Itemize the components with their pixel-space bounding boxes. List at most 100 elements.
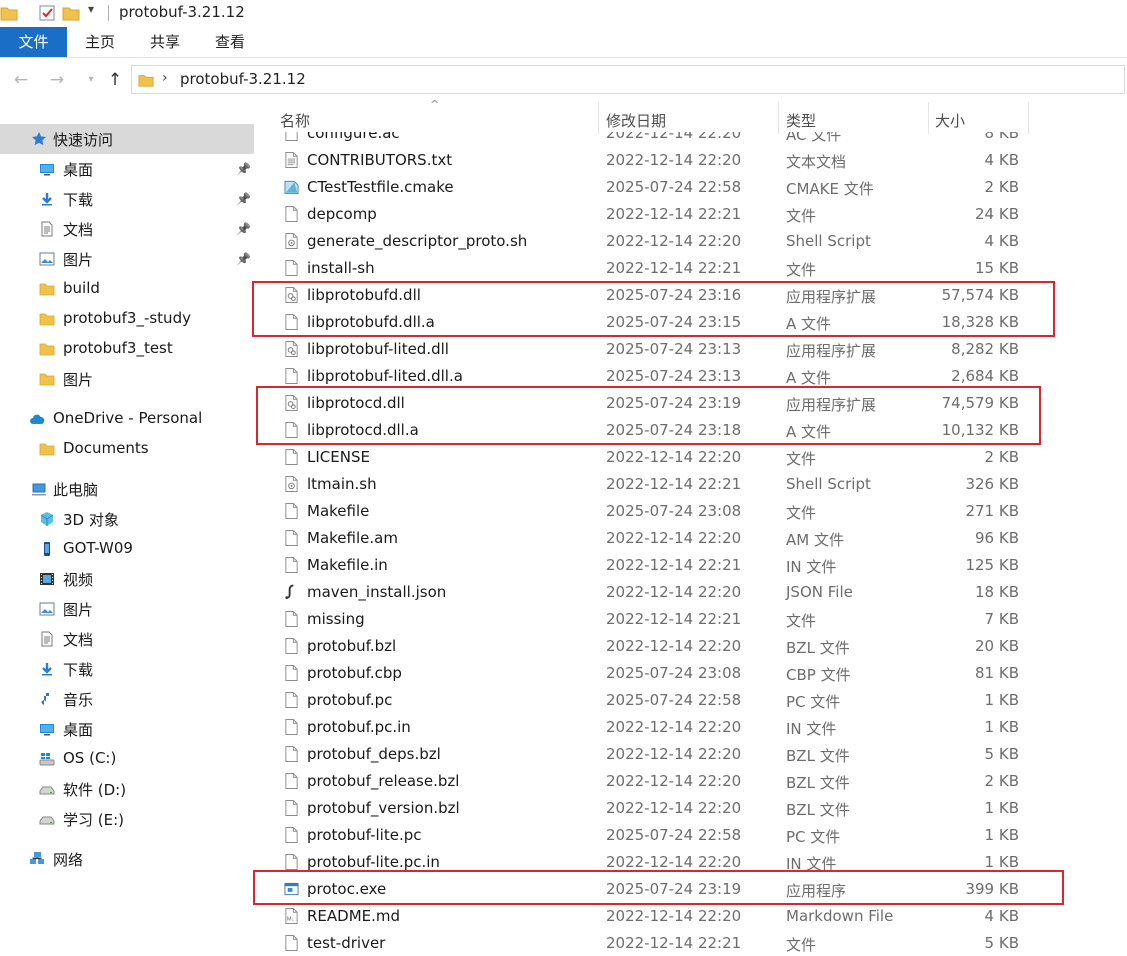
sidebar-item[interactable]: 下载	[0, 654, 254, 684]
tab-home[interactable]: 主页	[72, 27, 128, 57]
sidebar-item-label: 快速访问	[53, 131, 114, 149]
file-size: 5 KB	[984, 745, 1019, 763]
tab-share[interactable]: 共享	[137, 27, 193, 57]
column-header-type[interactable]: 类型	[786, 110, 816, 131]
sidebar-item[interactable]: 3D 对象	[0, 504, 254, 534]
file-size: 7 KB	[984, 610, 1019, 628]
sidebar-item[interactable]: 学习 (E:)	[0, 804, 254, 834]
navigation-pane: 快速访问桌面 📌 下载 📌 文档 📌 图片 📌 build protobuf3_-study pro…	[0, 100, 256, 956]
sidebar-item[interactable]: GOT-W09	[0, 534, 254, 564]
sidebar-item[interactable]: 图片	[0, 364, 254, 394]
sidebar-item[interactable]: OS (C:)	[0, 744, 254, 774]
properties-check-icon[interactable]	[38, 4, 56, 22]
table-row[interactable]: protobuf.pc 2025-07-24 22:58 PC 文件 1 KB	[268, 687, 1127, 714]
sidebar-item[interactable]: protobuf3_test	[0, 334, 254, 364]
file-type: A 文件	[786, 423, 832, 441]
customize-toolbar-dropdown[interactable]: ▾	[88, 2, 106, 20]
file-size: 15 KB	[975, 259, 1019, 277]
sidebar-item[interactable]: OneDrive - Personal	[0, 404, 254, 434]
sidebar-item-label: Documents	[63, 439, 149, 457]
table-row[interactable]: libprotocd.dll 2025-07-24 23:19 应用程序扩展 74,5…	[268, 390, 1127, 417]
column-header-date[interactable]: 修改日期	[606, 110, 666, 131]
table-row[interactable]: M↓ README.md 2022-12-14 22:20 Markdown File…	[268, 903, 1127, 930]
table-row[interactable]: test-driver 2022-12-14 22:21 文件 5 KB	[268, 930, 1127, 956]
file-date: 2022-12-14 22:20	[606, 529, 742, 547]
sidebar-item[interactable]: 音乐	[0, 684, 254, 714]
file-size: 18 KB	[975, 583, 1019, 601]
table-row[interactable]: libprotobufd.dll 2025-07-24 23:16 应用程序扩展 57…	[268, 282, 1127, 309]
breadcrumb-chevron-icon[interactable]: ›	[162, 70, 168, 86]
sidebar-item[interactable]: 下载 📌	[0, 184, 254, 214]
breadcrumb-current[interactable]: protobuf-3.21.12	[180, 70, 306, 88]
sidebar-item[interactable]: 桌面	[0, 714, 254, 744]
table-row[interactable]: libprotobufd.dll.a 2025-07-24 23:15 A 文件 18…	[268, 309, 1127, 336]
table-row[interactable]: install-sh 2022-12-14 22:21 文件 15 KB	[268, 255, 1127, 282]
up-arrow-icon[interactable]: ↑	[104, 69, 126, 91]
table-row[interactable]: protobuf-lite.pc 2025-07-24 22:58 PC 文件 1 K…	[268, 822, 1127, 849]
tab-file[interactable]: 文件	[0, 27, 67, 57]
table-row[interactable]: LICENSE 2022-12-14 22:20 文件 2 KB	[268, 444, 1127, 471]
table-row[interactable]: protobuf_deps.bzl 2022-12-14 22:20 BZL 文件 5…	[268, 741, 1127, 768]
forward-arrow-icon[interactable]: →	[46, 69, 68, 91]
table-row[interactable]: libprotobuf-lited.dll.a 2025-07-24 23:13 A…	[268, 363, 1127, 390]
table-row[interactable]: missing 2022-12-14 22:21 文件 7 KB	[268, 606, 1127, 633]
sidebar-item[interactable]: 图片	[0, 594, 254, 624]
column-divider[interactable]	[1028, 102, 1029, 134]
table-row[interactable]: protobuf.pc.in 2022-12-14 22:20 IN 文件 1 KB	[268, 714, 1127, 741]
sidebar-item[interactable]: build	[0, 274, 254, 304]
column-divider[interactable]	[928, 102, 929, 134]
column-header-size[interactable]: 大小	[935, 110, 965, 131]
folder-icon	[39, 311, 55, 327]
table-row[interactable]: CONTRIBUTORS.txt 2022-12-14 22:20 文本文档 4 KB	[268, 147, 1127, 174]
file-size: 399 KB	[965, 880, 1019, 898]
back-arrow-icon[interactable]: ←	[10, 69, 32, 91]
file-type: BZL 文件	[786, 774, 850, 792]
file-name: protobuf.bzl	[307, 637, 397, 655]
table-row[interactable]: libprotocd.dll.a 2025-07-24 23:18 A 文件 10,1…	[268, 417, 1127, 444]
table-row[interactable]: Makefile 2025-07-24 23:08 文件 271 KB	[268, 498, 1127, 525]
file-date: 2025-07-24 23:13	[606, 367, 742, 385]
sidebar-item[interactable]: 视频	[0, 564, 254, 594]
table-row[interactable]: protobuf_release.bzl 2022-12-14 22:20 BZL …	[268, 768, 1127, 795]
column-header-name[interactable]: 名称	[280, 110, 310, 131]
sidebar-item[interactable]: 文档	[0, 624, 254, 654]
table-row[interactable]: depcomp 2022-12-14 22:21 文件 24 KB	[268, 201, 1127, 228]
sidebar-item-label: 软件 (D:)	[63, 781, 127, 799]
table-row[interactable]: CTestTestfile.cmake 2025-07-24 22:58 CMAKE…	[268, 174, 1127, 201]
sidebar-item[interactable]: Documents	[0, 434, 254, 464]
sidebar-item[interactable]: protobuf3_-study	[0, 304, 254, 334]
sidebar-item[interactable]: 文档 📌	[0, 214, 254, 244]
table-row[interactable]: ltmain.sh 2022-12-14 22:21 Shell Script 326…	[268, 471, 1127, 498]
sidebar-item[interactable]: 网络	[0, 844, 254, 874]
file-name: LICENSE	[307, 448, 370, 466]
table-row[interactable]: Makefile.in 2022-12-14 22:21 IN 文件 125 KB	[268, 552, 1127, 579]
sidebar-item[interactable]: 桌面 📌	[0, 154, 254, 184]
table-row[interactable]: protobuf_version.bzl 2022-12-14 22:20 BZL …	[268, 795, 1127, 822]
table-row[interactable]: maven_install.json 2022-12-14 22:20 JSON F…	[268, 579, 1127, 606]
table-row[interactable]: protobuf-lite.pc.in 2022-12-14 22:20 IN 文件…	[268, 849, 1127, 876]
file-type: PC 文件	[786, 693, 841, 711]
windows-drive-icon	[39, 751, 55, 767]
column-divider[interactable]	[598, 102, 599, 134]
table-row[interactable]: protoc.exe 2025-07-24 23:19 应用程序 399 KB	[268, 876, 1127, 903]
sidebar-item[interactable]: 图片 📌	[0, 244, 254, 274]
file-date: 2025-07-24 22:58	[606, 826, 742, 844]
table-row[interactable]: libprotobuf-lited.dll 2025-07-24 23:13 应用程…	[268, 336, 1127, 363]
table-row[interactable]: generate_descriptor_proto.sh 2022-12-14 2…	[268, 228, 1127, 255]
file-type: JSON File	[786, 583, 853, 601]
table-row[interactable]: protobuf.bzl 2022-12-14 22:20 BZL 文件 20 KB	[268, 633, 1127, 660]
column-divider[interactable]	[778, 102, 779, 134]
table-row[interactable]: Makefile.am 2022-12-14 22:20 AM 文件 96 KB	[268, 525, 1127, 552]
tab-view[interactable]: 查看	[202, 27, 258, 57]
address-bar[interactable]: › protobuf-3.21.12	[131, 65, 1125, 94]
recent-locations-chevron-icon[interactable]: ▾	[80, 69, 102, 91]
table-row[interactable]: protobuf.cbp 2025-07-24 23:08 CBP 文件 81 KB	[268, 660, 1127, 687]
sidebar-item[interactable]: 快速访问	[0, 124, 254, 154]
sidebar-item-label: 图片	[63, 251, 94, 269]
new-folder-icon[interactable]	[62, 4, 80, 22]
file-icon	[284, 745, 299, 763]
sidebar-item[interactable]: 此电脑	[0, 474, 254, 504]
folder-icon[interactable]	[0, 4, 18, 22]
file-icon	[284, 934, 299, 952]
sidebar-item[interactable]: 软件 (D:)	[0, 774, 254, 804]
